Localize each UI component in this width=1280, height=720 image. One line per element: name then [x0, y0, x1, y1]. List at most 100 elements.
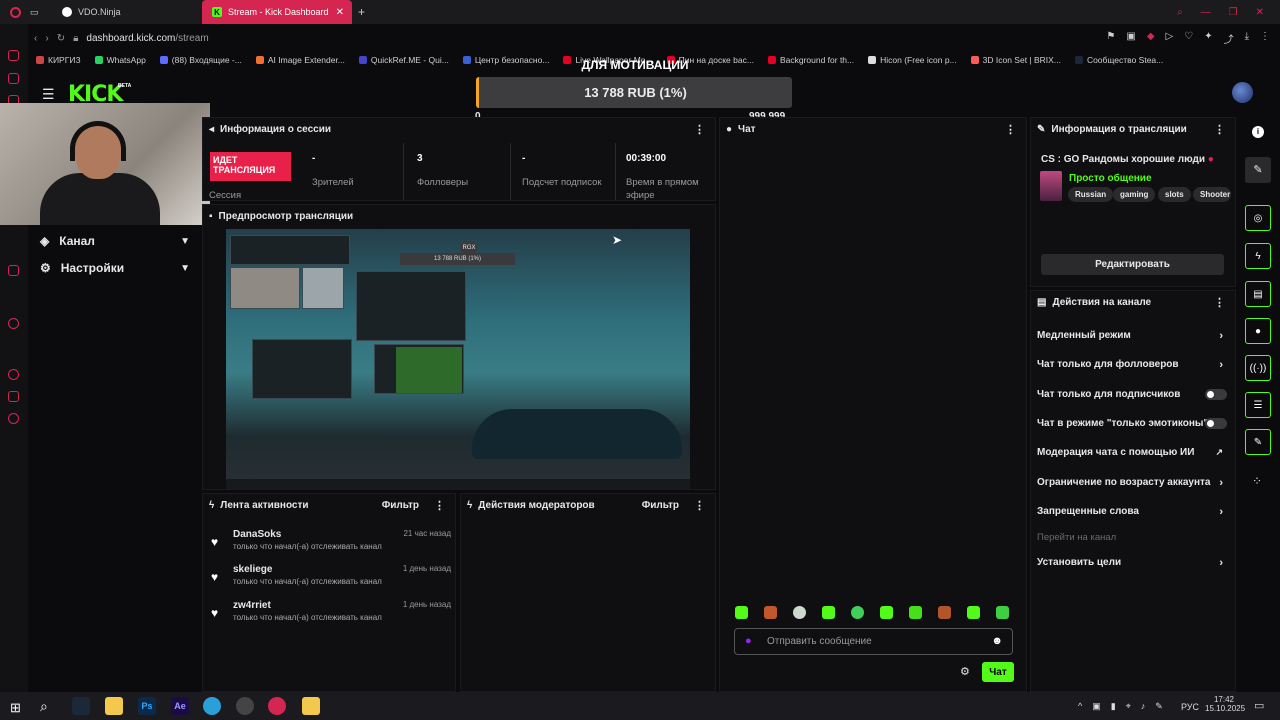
clock[interactable]: 17:42 15.10.2025: [1205, 695, 1245, 713]
close-tab-icon[interactable]: ✕: [336, 7, 344, 18]
wrench-icon[interactable]: ✎: [1245, 429, 1271, 455]
chevron-up-icon[interactable]: ^: [1078, 701, 1082, 712]
go-to-channel-row[interactable]: Перейти на канал: [1037, 532, 1227, 543]
account-age-row[interactable]: Ограничение по возрасту аккаунта ›: [1037, 477, 1227, 489]
screen-capture-icon[interactable]: ◎: [1245, 205, 1271, 231]
network-icon[interactable]: ⌖: [1126, 701, 1131, 712]
category-link[interactable]: Просто общение: [1069, 173, 1152, 184]
obs-icon[interactable]: [236, 697, 254, 715]
opera-sidebar-icon[interactable]: [8, 50, 19, 61]
screenshot-icon[interactable]: ▣: [1126, 31, 1135, 46]
emote-icon[interactable]: [822, 606, 835, 619]
telegram-icon[interactable]: [203, 697, 221, 715]
opera-logo-icon[interactable]: [0, 6, 30, 18]
file-explorer-icon[interactable]: [105, 697, 123, 715]
heart-icon[interactable]: ♡: [1184, 31, 1193, 46]
bookmark-item[interactable]: Hicon (Free icon p...: [868, 55, 957, 65]
share-icon[interactable]: ⤴: [1224, 31, 1234, 46]
chat-input[interactable]: ● Отправить сообщение ☻: [734, 628, 1013, 655]
activity-username[interactable]: skeliege: [233, 564, 272, 575]
tag[interactable]: gaming: [1113, 187, 1156, 202]
player-icon[interactable]: [8, 318, 19, 329]
hamburger-menu-icon[interactable]: ☰: [42, 86, 55, 103]
history-icon[interactable]: [8, 369, 19, 380]
filter-button[interactable]: Фильтр: [382, 500, 419, 511]
more-options-icon[interactable]: ⋮: [1214, 296, 1225, 309]
bookmark-icon[interactable]: ⚑: [1106, 31, 1115, 46]
extensions-icon[interactable]: ✦: [1204, 31, 1212, 46]
reload-icon[interactable]: ↻: [57, 33, 65, 44]
bookmark-item[interactable]: Центр безопасно...: [462, 55, 549, 65]
tray-icon[interactable]: ▮: [1111, 701, 1116, 712]
bookmark-item[interactable]: QuickRef.ME - Qui...: [358, 55, 449, 65]
emote-icon[interactable]: [996, 606, 1009, 619]
emote-icon[interactable]: [851, 606, 864, 619]
bookmark-item[interactable]: Сообщество Stea...: [1074, 55, 1163, 65]
tab-switcher-icon[interactable]: ▭: [30, 7, 52, 18]
app-icon[interactable]: [302, 697, 320, 715]
tab-kick-dashboard[interactable]: K Stream - Kick Dashboard ✕: [202, 0, 352, 24]
windows-start-icon[interactable]: ⊞: [10, 700, 21, 716]
pen-icon[interactable]: ✎: [1155, 701, 1163, 712]
sidebar-item-settings[interactable]: ⚙ Настройки ▼: [40, 261, 190, 275]
tab-vdo-ninja[interactable]: VDO.Ninja: [52, 0, 202, 24]
play-icon[interactable]: ▷: [1166, 31, 1174, 46]
edit-icon[interactable]: ✎: [1245, 157, 1271, 183]
chat-settings-icon[interactable]: ⚙: [960, 665, 970, 678]
edit-button[interactable]: Редактировать: [1041, 254, 1224, 275]
banned-words-row[interactable]: Запрещенные слова ›: [1037, 506, 1227, 518]
emote-icon[interactable]: [938, 606, 951, 619]
bookmark-item[interactable]: (88) Входящие -...: [159, 55, 242, 65]
ai-moderation-row[interactable]: Модерация чата с помощью ИИ ↗: [1037, 447, 1227, 458]
chat-send-button[interactable]: Чат: [982, 662, 1014, 682]
tag[interactable]: Russian: [1068, 187, 1114, 202]
more-options-icon[interactable]: ⋮: [1005, 123, 1016, 136]
search-icon[interactable]: ⌕: [1177, 7, 1183, 18]
sidebar-item-channel[interactable]: ◈ Канал ▼: [40, 234, 190, 248]
download-icon[interactable]: ⤓: [1245, 31, 1249, 46]
more-options-icon[interactable]: ⋮: [434, 499, 445, 512]
lightning-icon[interactable]: ϟ: [1245, 243, 1271, 269]
activity-username[interactable]: zw4rriet: [233, 600, 271, 611]
steam-icon[interactable]: [72, 697, 90, 715]
twitch-icon[interactable]: [8, 265, 19, 276]
close-window-icon[interactable]: ✕: [1256, 7, 1264, 18]
extensions-sidebar-icon[interactable]: [8, 391, 19, 402]
bookmark-item[interactable]: КИРГИЗ: [36, 55, 81, 65]
after-effects-icon[interactable]: Ae: [171, 697, 189, 715]
photoshop-icon[interactable]: Ps: [138, 697, 156, 715]
language-indicator[interactable]: РУС: [1181, 702, 1199, 712]
minimize-icon[interactable]: —: [1201, 7, 1211, 18]
url-field[interactable]: dashboard.kick.com/stream: [86, 33, 208, 44]
emote-icon[interactable]: [793, 606, 806, 619]
new-tab-icon[interactable]: +: [352, 5, 365, 19]
notifications-icon[interactable]: ▭: [1254, 699, 1264, 712]
info-icon[interactable]: i: [1252, 126, 1264, 138]
opera-gx-icon[interactable]: [268, 697, 286, 715]
emote-icon[interactable]: [764, 606, 777, 619]
category-thumbnail[interactable]: [1040, 171, 1062, 201]
filter-button[interactable]: Фильтр: [642, 500, 679, 511]
emote-only-toggle[interactable]: [1205, 418, 1227, 429]
emote-icon[interactable]: [967, 606, 980, 619]
settings-sidebar-icon[interactable]: [8, 413, 19, 424]
chat-bubble-icon[interactable]: ●: [1245, 318, 1271, 344]
layout-icon[interactable]: ☰: [1245, 392, 1271, 418]
bookmark-item[interactable]: WhatsApp: [94, 55, 146, 65]
avatar[interactable]: [1232, 82, 1253, 103]
bookmark-item[interactable]: 3D Icon Set | BRIX...: [970, 55, 1061, 65]
search-icon[interactable]: ⌕: [40, 698, 48, 715]
document-icon[interactable]: ▤: [1245, 281, 1271, 307]
menu-icon[interactable]: ⋮: [1260, 31, 1270, 46]
slow-mode-row[interactable]: Медленный режим ›: [1037, 330, 1227, 342]
more-options-icon[interactable]: ⋮: [694, 499, 705, 512]
messenger-icon[interactable]: [8, 73, 19, 84]
emote-icon[interactable]: [735, 606, 748, 619]
tag[interactable]: Shooter: [1193, 187, 1231, 202]
bookmark-item[interactable]: Background for th...: [767, 55, 854, 65]
forward-icon[interactable]: ›: [45, 33, 48, 44]
back-icon[interactable]: ‹: [34, 33, 37, 44]
more-options-icon[interactable]: ⋮: [1214, 123, 1225, 136]
set-goals-row[interactable]: Установить цели ›: [1037, 557, 1227, 569]
volume-icon[interactable]: ♪: [1141, 701, 1146, 712]
